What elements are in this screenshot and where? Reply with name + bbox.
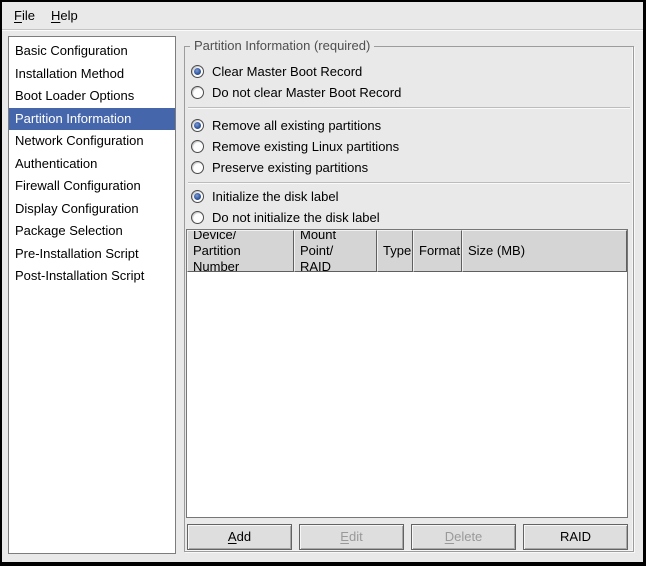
radio-unselected-icon[interactable] [191,86,204,99]
radio-option-remove-existing-linux-partitions[interactable]: Remove existing Linux partitions [185,136,633,157]
kickstart-configurator-window: FileHelp Basic ConfigurationInstallation… [0,0,646,566]
sidebar-item-display-configuration[interactable]: Display Configuration [9,198,175,221]
radio-selected-icon[interactable] [191,190,204,203]
radio-option-preserve-existing-partitions[interactable]: Preserve existing partitions [185,157,633,178]
column-header-size-mb[interactable]: Size (MB) [462,230,627,272]
radio-label: Do not initialize the disk label [212,210,380,225]
radio-label: Remove existing Linux partitions [212,139,399,154]
radio-label: Remove all existing partitions [212,118,381,133]
column-header-type[interactable]: Type [377,230,413,272]
radio-label: Preserve existing partitions [212,160,368,175]
menu-file[interactable]: File [6,2,43,29]
radio-selected-icon[interactable] [191,119,204,132]
sidebar-item-installation-method[interactable]: Installation Method [9,63,175,86]
radio-label: Clear Master Boot Record [212,64,362,79]
sidebar-item-pre-installation-script[interactable]: Pre-Installation Script [9,243,175,266]
sidebar-item-partition-information[interactable]: Partition Information [9,108,175,131]
radio-selected-icon[interactable] [191,65,204,78]
radio-option-remove-all-existing-partitions[interactable]: Remove all existing partitions [185,115,633,136]
raid-button[interactable]: RAID [523,524,628,550]
menubar: FileHelp [2,2,643,30]
group-separator [188,107,630,109]
sidebar-item-authentication[interactable]: Authentication [9,153,175,176]
partition-table[interactable]: Device/ Partition NumberMount Point/ RAI… [186,229,628,518]
sidebar-item-boot-loader-options[interactable]: Boot Loader Options [9,85,175,108]
radio-option-do-not-initialize-the-disk-label[interactable]: Do not initialize the disk label [185,207,633,228]
radio-option-clear-master-boot-record[interactable]: Clear Master Boot Record [185,61,633,82]
radio-groups: Clear Master Boot Record Do not clear Mas… [185,61,633,228]
partition-information-panel: Partition Information (required) Clear M… [184,46,634,552]
sidebar-item-network-configuration[interactable]: Network Configuration [9,130,175,153]
column-header-format[interactable]: Format [413,230,462,272]
button-row: Add Edit Delete RAID [187,524,628,550]
group-separator [188,182,630,184]
partition-table-header: Device/ Partition NumberMount Point/ RAI… [187,230,627,272]
section-list[interactable]: Basic ConfigurationInstallation MethodBo… [8,36,176,554]
radio-option-do-not-clear-master-boot-record[interactable]: Do not clear Master Boot Record [185,82,633,103]
radio-label: Initialize the disk label [212,189,338,204]
radio-option-initialize-the-disk-label[interactable]: Initialize the disk label [185,186,633,207]
edit-button: Edit [299,524,404,550]
sidebar-item-basic-configuration[interactable]: Basic Configuration [9,40,175,63]
sidebar-item-post-installation-script[interactable]: Post-Installation Script [9,265,175,288]
menu-help[interactable]: Help [43,2,86,29]
panel-legend: Partition Information (required) [190,38,374,53]
radio-unselected-icon[interactable] [191,211,204,224]
sidebar-item-firewall-configuration[interactable]: Firewall Configuration [9,175,175,198]
add-button[interactable]: Add [187,524,292,550]
radio-unselected-icon[interactable] [191,140,204,153]
delete-button: Delete [411,524,516,550]
radio-label: Do not clear Master Boot Record [212,85,401,100]
column-header-device[interactable]: Device/ Partition Number [187,230,294,272]
column-header-mount-point[interactable]: Mount Point/ RAID [294,230,377,272]
radio-unselected-icon[interactable] [191,161,204,174]
sidebar-item-package-selection[interactable]: Package Selection [9,220,175,243]
partition-table-body[interactable] [187,272,627,517]
